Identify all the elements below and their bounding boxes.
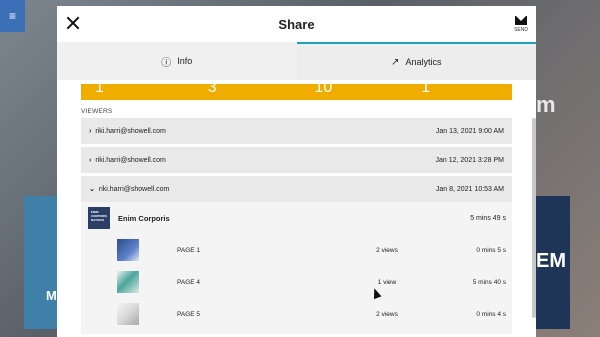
page-name: PAGE 4 — [177, 278, 201, 286]
page-views: 1 view — [377, 278, 397, 286]
stat-value: 10 — [314, 84, 333, 96]
scrollbar[interactable] — [532, 118, 536, 318]
page-time: 5 mins 40 s — [472, 278, 506, 286]
page-row[interactable]: PAGE 1 2 views 0 mins 5 s — [81, 234, 512, 266]
modal-header: Share SEND — [57, 6, 536, 42]
viewer-email: riki.harri@showell.com — [98, 185, 170, 193]
page-name: PAGE 5 — [177, 310, 201, 318]
viewer-email: riki.harri@showell.com — [95, 127, 166, 135]
document-time: 5 mins 49 s — [470, 214, 506, 222]
viewer-email: riki.harri@showell.com — [95, 156, 166, 164]
send-label: SEND — [514, 27, 528, 33]
document-thumbnail: ENIM CORPORIS NATHIUS — [88, 207, 110, 229]
page-views: 2 views — [376, 310, 398, 318]
stat-value: 1 — [95, 84, 104, 96]
send-button[interactable]: SEND — [514, 16, 528, 33]
document-name: Enim Corporis — [118, 213, 170, 223]
chevron-right-icon: › — [89, 156, 92, 164]
tab-analytics-label: Analytics — [405, 57, 442, 67]
chevron-right-icon: › — [89, 127, 92, 135]
modal-title: Share — [278, 16, 315, 32]
close-icon[interactable] — [66, 16, 80, 30]
stats-bar: 1 3 10 1 — [81, 84, 512, 100]
page-row[interactable]: PAGE 4 1 view 5 mins 40 s — [81, 266, 512, 298]
stat-value: 1 — [421, 84, 431, 96]
tab-analytics[interactable]: ↗ Analytics — [296, 42, 536, 80]
mail-icon — [515, 16, 528, 25]
background-card-left: M — [24, 196, 60, 329]
menu-icon[interactable]: ≡ — [0, 0, 25, 32]
viewers-heading: VIEWERS — [81, 108, 113, 115]
viewer-date: Jan 12, 2021 3:28 PM — [435, 156, 505, 164]
page-time: 0 mins 4 s — [476, 310, 506, 318]
info-icon: ⓘ — [161, 57, 172, 69]
background-text: m — [536, 92, 556, 117]
background-card-right-text: EM — [536, 250, 566, 272]
page-name: PAGE 1 — [177, 246, 201, 254]
tab-info[interactable]: ⓘ Info — [57, 42, 297, 80]
page-thumbnail — [117, 239, 139, 261]
document-row[interactable]: ENIM CORPORIS NATHIUS Enim Corporis 5 mi… — [81, 202, 512, 234]
viewer-row[interactable]: › riki.harri@showell.com Jan 13, 2021 9:… — [81, 118, 512, 144]
page-row[interactable]: PAGE 5 2 views 0 mins 4 s — [81, 298, 512, 330]
share-modal: Share SEND ⓘ Info ↗ Analytics 1 3 10 1 V… — [57, 6, 536, 337]
viewer-details: ENIM CORPORIS NATHIUS Enim Corporis 5 mi… — [81, 202, 512, 334]
viewer-row[interactable]: ⌄ riki.harri@showell.com Jan 8, 2021 10:… — [81, 176, 512, 202]
page-time: 0 mins 5 s — [476, 246, 506, 254]
trending-up-icon: ↗ — [391, 56, 400, 68]
background-card-left-text: M — [46, 288, 57, 303]
viewer-date: Jan 13, 2021 9:00 AM — [435, 127, 504, 135]
page-thumbnail — [117, 303, 139, 325]
page-views: 2 views — [376, 246, 398, 254]
chevron-down-icon: ⌄ — [89, 186, 95, 193]
tab-bar: ⓘ Info ↗ Analytics — [57, 42, 536, 80]
viewer-date: Jan 8, 2021 10:53 AM — [435, 185, 504, 193]
stat-value: 3 — [207, 84, 217, 96]
page-thumbnail — [117, 271, 139, 293]
viewer-row[interactable]: › riki.harri@showell.com Jan 12, 2021 3:… — [81, 147, 512, 173]
tab-info-label: Info — [177, 56, 193, 66]
background-card-right: EM — [536, 196, 570, 329]
